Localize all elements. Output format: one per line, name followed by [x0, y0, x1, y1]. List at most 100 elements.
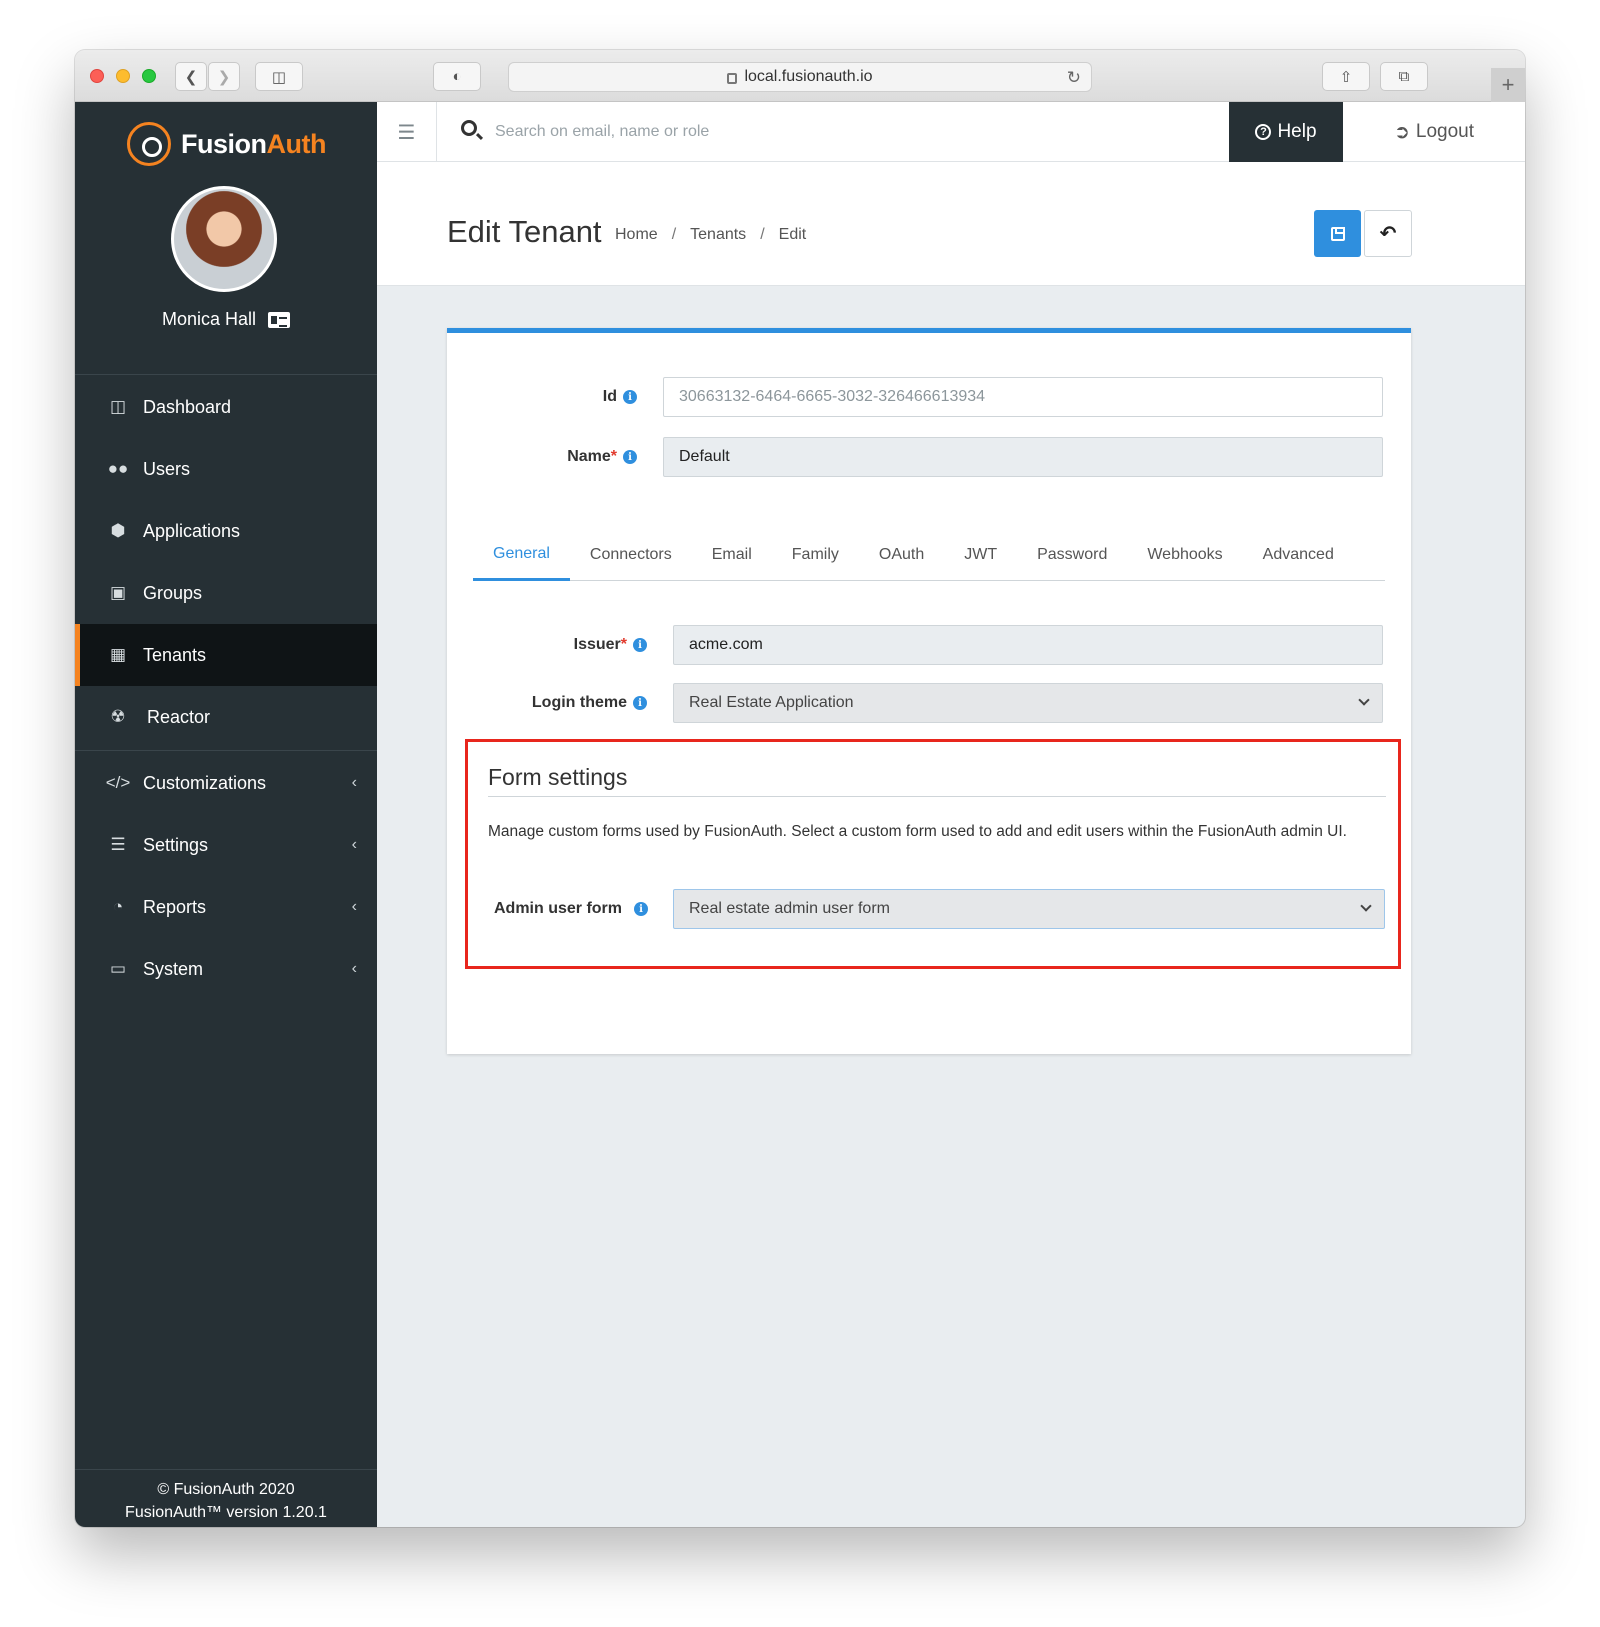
- reload-icon[interactable]: ↻: [1067, 68, 1081, 88]
- sidebar-item-customizations[interactable]: </> Customizations ‹: [75, 752, 377, 814]
- info-icon[interactable]: i: [623, 390, 637, 404]
- breadcrumb-separator: /: [671, 226, 677, 243]
- issuer-value: acme.com: [689, 636, 763, 653]
- address-bar[interactable]: local.fusionauth.io ↻: [508, 62, 1092, 92]
- tab-password[interactable]: Password: [1017, 529, 1127, 581]
- sidebar-item-label: Reactor: [147, 706, 211, 727]
- plus-icon: +: [1501, 72, 1515, 97]
- chevron-right-icon: ❯: [217, 68, 231, 86]
- fusionauth-logo[interactable]: FusionAuth: [127, 122, 326, 166]
- browser-window: ❮ ❯ ◫ ◐ local.fusionauth.io ↻ ⇧ ⧉ + Fusi…: [75, 50, 1525, 1527]
- chevron-left-icon: ‹: [351, 960, 357, 977]
- sidebar-item-label: Dashboard: [143, 396, 232, 417]
- id-field[interactable]: 30663132-6464-6665-3032-326466613934: [663, 377, 1383, 417]
- forward-nav-button[interactable]: ❯: [208, 62, 240, 91]
- sidebar-item-settings[interactable]: ☰ Settings ‹: [75, 814, 377, 876]
- tenant-tabs: General Connectors Email Family OAuth JW…: [473, 529, 1385, 581]
- sidebar-item-reactor[interactable]: ☢ Reactor: [75, 686, 377, 748]
- logout-button[interactable]: ➲ Logout: [1343, 102, 1525, 162]
- sidebar-item-label: Applications: [143, 520, 241, 541]
- logo-text: FusionAuth: [181, 128, 326, 159]
- tab-email[interactable]: Email: [692, 529, 772, 581]
- help-label: Help: [1277, 121, 1317, 142]
- sidebar-item-users[interactable]: ●● Users: [75, 438, 377, 500]
- code-icon: </>: [105, 773, 131, 792]
- sidebar-item-label: System: [143, 958, 204, 979]
- sign-out-icon: ➲: [1393, 121, 1410, 143]
- sidebar-item-label: Settings: [143, 834, 209, 855]
- new-tab-button[interactable]: +: [1491, 68, 1525, 102]
- chevron-down-icon: [1358, 694, 1370, 706]
- lock-icon: [727, 72, 738, 84]
- login-theme-select[interactable]: Real Estate Application: [673, 683, 1383, 723]
- page-title: Edit Tenant: [447, 214, 602, 249]
- sidebar-divider: [75, 750, 377, 751]
- sidebar-item-system[interactable]: ▭ System ‹: [75, 938, 377, 1000]
- copyright-text: © FusionAuth 2020: [157, 1481, 295, 1498]
- info-icon[interactable]: i: [633, 696, 647, 710]
- menu-toggle-button[interactable]: ☰: [377, 102, 437, 162]
- question-circle-icon: ?: [1255, 124, 1272, 140]
- save-button[interactable]: [1314, 210, 1361, 257]
- breadcrumb-home[interactable]: Home: [615, 226, 658, 244]
- share-button[interactable]: ⇧: [1322, 62, 1370, 91]
- tabs-overview-button[interactable]: ⧉: [1380, 62, 1428, 91]
- search-input[interactable]: [495, 116, 1095, 148]
- form-settings-description: Manage custom forms used by FusionAuth. …: [488, 823, 1347, 840]
- object-group-icon: ▣: [109, 583, 127, 602]
- users-icon: ●●: [107, 459, 129, 478]
- back-nav-button[interactable]: ❮: [175, 62, 207, 91]
- info-icon[interactable]: i: [623, 450, 637, 464]
- sidebar-item-tenants[interactable]: ▦ Tenants: [75, 624, 377, 686]
- sidebar-item-applications[interactable]: ⬢ Applications: [75, 500, 377, 562]
- page-header: Edit Tenant Home / Tenants / Edit ↶: [377, 162, 1525, 286]
- breadcrumb-edit: Edit: [778, 226, 807, 243]
- tab-jwt[interactable]: JWT: [944, 529, 1017, 581]
- user-name: Monica Hall: [161, 309, 257, 329]
- name-label: Name * i: [447, 437, 637, 477]
- chevron-down-icon: [1360, 900, 1372, 912]
- undo-icon: ↶: [1379, 223, 1397, 245]
- sidebar-item-label: Reports: [143, 896, 207, 917]
- columns-icon: ◫: [109, 397, 127, 416]
- info-icon[interactable]: i: [634, 902, 648, 916]
- sidebar-item-reports[interactable]: ◔ Reports ‹: [75, 876, 377, 938]
- name-field[interactable]: Default: [663, 437, 1383, 477]
- privacy-shield-button[interactable]: ◐: [433, 62, 481, 91]
- id-label: Id i: [447, 377, 637, 417]
- url-text: local.fusionauth.io: [744, 68, 873, 85]
- admin-user-form-select[interactable]: Real estate admin user form: [673, 889, 1385, 929]
- sidebar-item-groups[interactable]: ▣ Groups: [75, 562, 377, 624]
- logout-label: Logout: [1415, 121, 1475, 142]
- form-settings-title: Form settings: [488, 764, 628, 790]
- cancel-button[interactable]: ↶: [1364, 210, 1412, 257]
- tab-advanced[interactable]: Advanced: [1243, 529, 1354, 581]
- sidebar-toggle-button[interactable]: ◫: [255, 62, 303, 91]
- search-icon: [461, 120, 477, 136]
- tab-webhooks[interactable]: Webhooks: [1127, 529, 1242, 581]
- menu-icon: ☰: [397, 121, 416, 144]
- version-text: FusionAuth™ version 1.20.1: [125, 1504, 327, 1521]
- tab-general[interactable]: General: [473, 529, 570, 581]
- tab-connectors[interactable]: Connectors: [570, 529, 692, 581]
- zoom-window-button[interactable]: [142, 69, 156, 83]
- user-profile[interactable]: Monica Hall: [75, 309, 377, 330]
- radiation-icon: ☢: [110, 707, 126, 726]
- minimize-window-button[interactable]: [116, 69, 130, 83]
- info-icon[interactable]: i: [633, 638, 647, 652]
- tab-oauth[interactable]: OAuth: [859, 529, 944, 581]
- issuer-label: Issuer * i: [447, 625, 647, 665]
- issuer-field[interactable]: acme.com: [673, 625, 1383, 665]
- help-button[interactable]: ? Help: [1229, 102, 1343, 162]
- form-settings-divider: [488, 796, 1386, 797]
- tab-family[interactable]: Family: [772, 529, 859, 581]
- id-card-icon[interactable]: [268, 311, 291, 328]
- avatar[interactable]: [171, 186, 277, 292]
- sidebar-item-dashboard[interactable]: ◫ Dashboard: [75, 376, 377, 438]
- close-window-button[interactable]: [90, 69, 104, 83]
- building-icon: ▦: [109, 645, 127, 664]
- screenshot-stage: ❮ ❯ ◫ ◐ local.fusionauth.io ↻ ⇧ ⧉ + Fusi…: [0, 0, 1600, 1627]
- breadcrumb-tenants[interactable]: Tenants: [690, 226, 746, 244]
- login-theme-label: Login theme i: [447, 683, 647, 723]
- chevron-left-icon: ❮: [184, 68, 198, 86]
